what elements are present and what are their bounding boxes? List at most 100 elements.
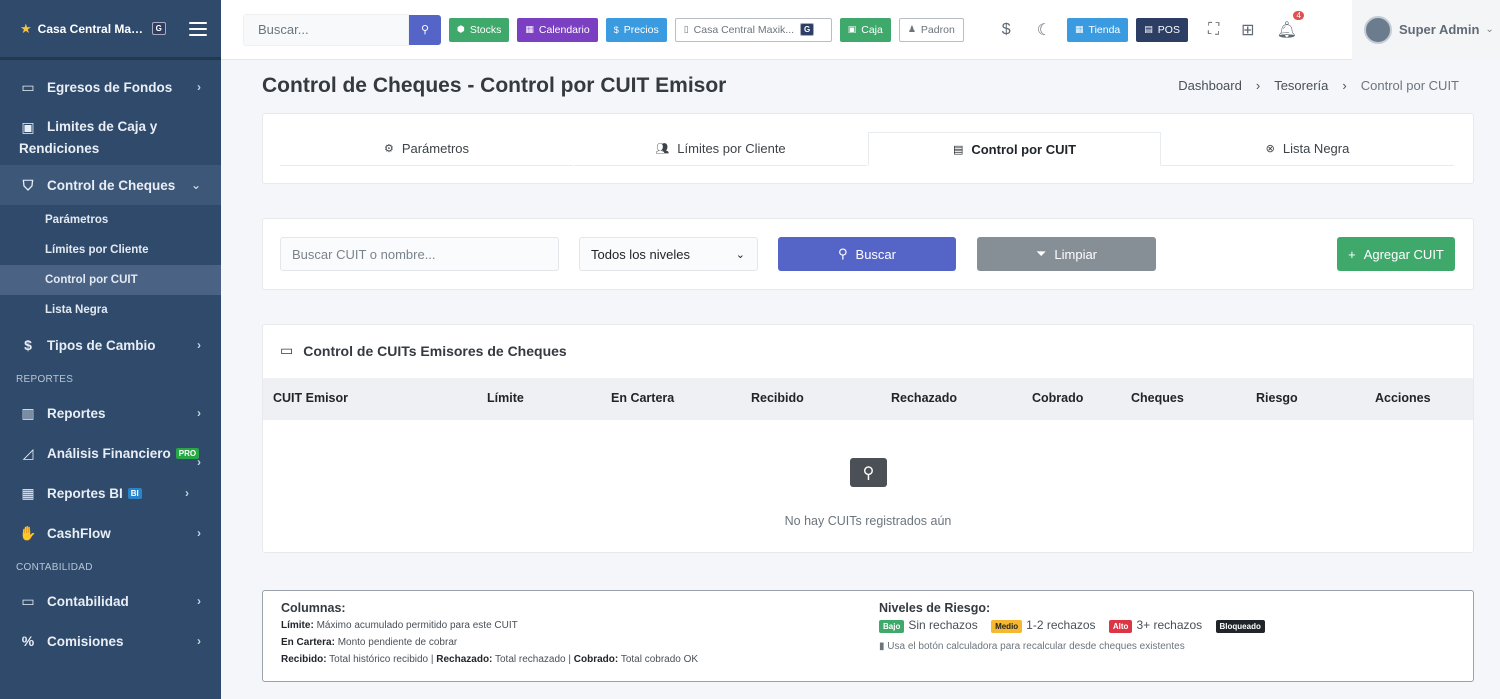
col-cobrado[interactable]: Cobrado	[1032, 391, 1083, 405]
tab-limites-cliente[interactable]: 👥︎ Límites por Cliente	[574, 132, 867, 166]
hamburger-icon[interactable]	[189, 21, 207, 36]
agregar-label: Agregar CUIT	[1363, 246, 1444, 262]
legend-cartera-label: En Cartera:	[281, 637, 335, 648]
box-icon: ⬢	[457, 24, 465, 34]
pos-button[interactable]: ▤ POS	[1136, 17, 1188, 42]
agregar-cuit-button[interactable]: + Agregar CUIT	[1337, 237, 1455, 271]
tab-label: Límites por Cliente	[677, 141, 786, 156]
tienda-button[interactable]: ▦ Tienda	[1067, 17, 1129, 42]
sidebar-sub-lista-negra[interactable]: Lista Negra	[0, 295, 221, 325]
chevron-right-icon: ›	[197, 406, 201, 420]
moon-icon[interactable]: ☾	[1037, 20, 1051, 40]
level-select[interactable]: Todos los niveles ⌄	[579, 237, 758, 271]
limpiar-label: Limpiar	[1054, 246, 1098, 262]
sidebar-item-egresos[interactable]: ▭ Egresos de Fondos ›	[0, 67, 221, 107]
id-card-icon: ▭	[280, 342, 294, 358]
tab-lista-negra[interactable]: ⊗ Lista Negra	[1161, 132, 1454, 166]
sidebar-item-comisiones[interactable]: % Comisiones ›	[0, 621, 221, 661]
risk-badge-bloqueado: Bloqueado	[1215, 620, 1265, 633]
col-cheques[interactable]: Cheques	[1131, 391, 1184, 405]
legend-cobrado-label: Cobrado:	[573, 654, 619, 665]
brand[interactable]: ★ Casa Central Max... G	[0, 0, 221, 60]
bell-icon[interactable]: 🔔︎ 4	[1277, 10, 1304, 40]
search-button[interactable]: ⚲	[409, 14, 441, 45]
sidebar-item-label: Reportes BI	[47, 485, 123, 501]
fullscreen-icon[interactable]: ⛶	[1208, 21, 1219, 39]
sidebar-item-label: Tipos de Cambio	[47, 337, 156, 353]
cuit-search-input[interactable]: Buscar CUIT o nombre...	[280, 237, 559, 271]
section-contabilidad: CONTABILIDAD	[16, 561, 93, 573]
bi-badge: BI	[127, 487, 142, 499]
sidebar-sub-control-cuit[interactable]: Control por CUIT	[0, 265, 221, 295]
sidebar-item-reportes-bi[interactable]: ▦ Reportes BI BI ›	[0, 473, 221, 513]
search-icon: ⚲	[850, 458, 887, 487]
legend-recibido-label: Recibido:	[281, 654, 327, 665]
padron-button[interactable]: ♟ Padron	[898, 17, 964, 42]
bi-icon: ▦	[21, 484, 35, 501]
col-cartera[interactable]: En Cartera	[611, 391, 674, 405]
sidebar-item-cashflow[interactable]: ✋ CashFlow ›	[0, 513, 221, 553]
search-input[interactable]: Buscar...	[243, 13, 409, 46]
col-rechazado[interactable]: Rechazado	[891, 391, 957, 405]
breadcrumb-dashboard[interactable]: Dashboard	[1178, 78, 1242, 93]
user-menu[interactable]: Super Admin ⌄	[1352, 0, 1500, 60]
legend-cobrado-text: Total cobrado OK	[620, 654, 699, 665]
calendario-button[interactable]: ▦ Calendario	[517, 17, 598, 42]
tab-control-cuit[interactable]: ▤ Control por CUIT	[868, 132, 1161, 166]
calendario-label: Calendario	[538, 23, 590, 36]
tienda-label: Tienda	[1088, 23, 1121, 36]
legend-limit-label: Límite:	[281, 620, 314, 631]
brand-badge: G	[151, 22, 166, 35]
stocks-label: Stocks	[469, 23, 502, 36]
sidebar-item-control-cheques[interactable]: ⛉ Control de Cheques ⌄	[0, 165, 221, 205]
col-limite[interactable]: Límite	[487, 391, 524, 405]
sidebar-item-label: Control de Cheques	[47, 177, 176, 193]
chevron-right-icon: ›	[197, 634, 201, 648]
risk-text-medio: 1-2 rechazos	[1026, 618, 1096, 632]
tab-parametros[interactable]: ⚙ Parámetros	[280, 132, 573, 166]
risk-badge-medio: Medio	[991, 620, 1023, 633]
user-name: Super Admin	[1399, 22, 1480, 37]
col-riesgo[interactable]: Riesgo	[1256, 391, 1298, 405]
sidebar-item-contabilidad[interactable]: ▭ Contabilidad ›	[0, 581, 221, 621]
table-title: Control de CUITs Emisores de Cheques	[303, 342, 567, 359]
sidebar-sub-limites-cliente[interactable]: Límites por Cliente	[0, 235, 221, 265]
col-recibido[interactable]: Recibido	[751, 391, 804, 405]
legend-card: Columnas: Límite: Máximo acumulado permi…	[262, 590, 1474, 682]
sidebar-item-limites-caja[interactable]: ▣ Limites de Caja y Rendiciones	[0, 107, 221, 165]
percent-icon: %	[21, 633, 35, 649]
precios-label: Precios	[623, 23, 659, 36]
caja-button[interactable]: ▣ Caja	[839, 17, 891, 42]
chevron-right-icon: ›	[197, 338, 201, 352]
sidebar: ★ Casa Central Max... G ▭ Egresos de Fon…	[0, 0, 221, 699]
breadcrumb: Dashboard › Tesorería › Control por CUIT	[1178, 78, 1459, 93]
buscar-button[interactable]: ⚲ Buscar	[778, 237, 956, 271]
dollar-icon[interactable]: $	[1002, 21, 1011, 39]
chevron-right-icon: ›	[185, 486, 189, 500]
ban-icon: ⊗	[1265, 143, 1275, 155]
legend-cartera-text: Monto pendiente de cobrar	[337, 637, 458, 648]
sucursal-button[interactable]: ▯ Casa Central Maxik... G	[674, 17, 832, 42]
chevron-right-icon: ›	[197, 594, 201, 608]
sidebar-item-label: Reportes	[47, 405, 106, 421]
precios-button[interactable]: $ Precios	[605, 17, 667, 42]
cash-icon: ▣	[847, 24, 857, 34]
risk-text-alto: 3+ rechazos	[1136, 618, 1203, 632]
sidebar-item-reportes[interactable]: ▥ Reportes ›	[0, 393, 221, 433]
stocks-button[interactable]: ⬢ Stocks	[449, 17, 510, 42]
breadcrumb-tesoreria[interactable]: Tesorería	[1274, 78, 1328, 93]
sidebar-item-label: CashFlow	[47, 525, 111, 541]
col-cuit[interactable]: CUIT Emisor	[273, 391, 348, 405]
sidebar-sub-parametros[interactable]: Parámetros	[0, 205, 221, 235]
legend-limit-text: Máximo acumulado permitido para este CUI…	[316, 620, 518, 631]
limpiar-button[interactable]: ⏷ Limpiar	[977, 237, 1156, 271]
sidebar-item-label: Contabilidad	[47, 593, 129, 609]
pro-badge: PRO	[175, 447, 200, 459]
cuit-table-card: ▭ Control de CUITs Emisores de Cheques CU…	[262, 324, 1474, 553]
tab-label: Lista Negra	[1282, 141, 1350, 156]
apps-grid-icon[interactable]: ⊞	[1241, 20, 1254, 40]
sidebar-item-label: Egresos de Fondos	[47, 79, 173, 95]
sidebar-item-tipos-cambio[interactable]: $ Tipos de Cambio ›	[0, 325, 221, 365]
tab-label: Parámetros	[401, 141, 470, 156]
sidebar-item-analisis[interactable]: ◿ Análisis Financiero PRO ›	[0, 433, 221, 473]
